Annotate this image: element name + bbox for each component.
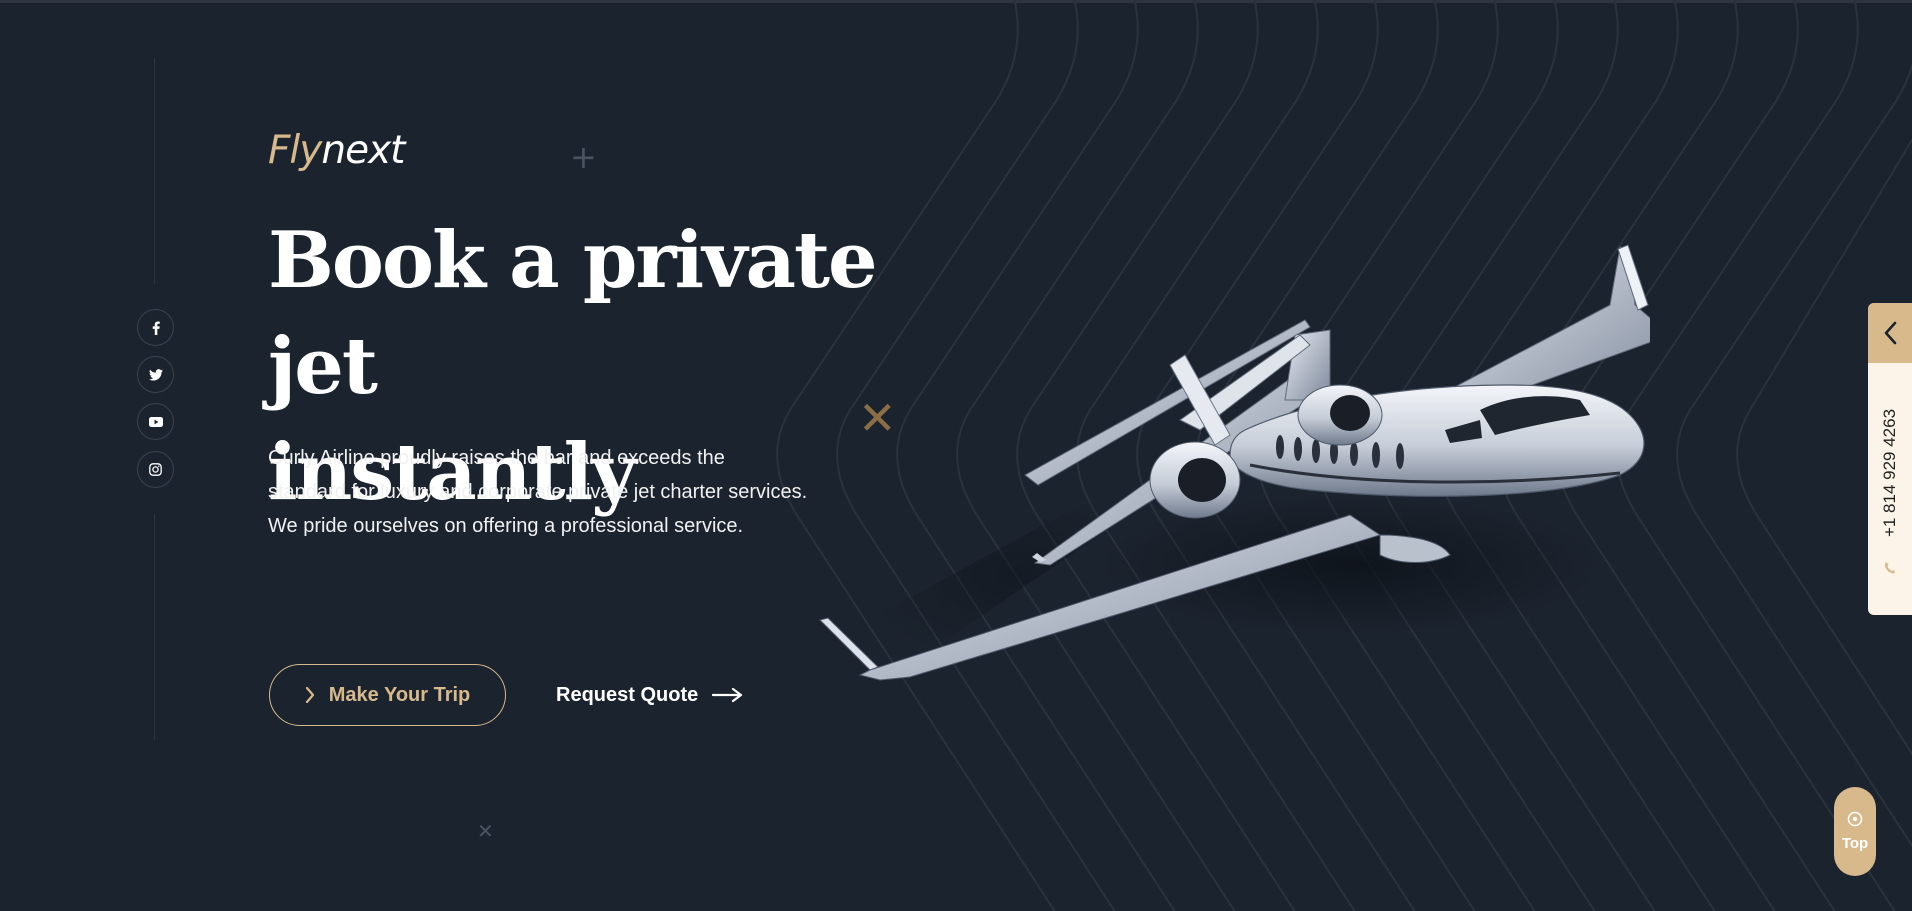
youtube-icon [148,416,163,427]
youtube-link[interactable] [137,403,174,440]
scroll-to-top-label: Top [1841,835,1869,852]
request-quote-button[interactable]: Request Quote [556,678,744,712]
facebook-icon [152,320,160,335]
chevron-right-icon [305,687,314,703]
phone-number: +1 814 929 4263 [1880,408,1900,538]
vertical-divider-top [154,58,155,284]
headline-line-1: Book a private jet [268,215,878,412]
make-your-trip-button[interactable]: Make Your Trip [269,664,506,726]
instagram-link[interactable] [137,451,174,488]
x-decoration-small: ✕ [477,819,494,843]
brand-fly: Fly [268,128,322,173]
vertical-divider-bottom [154,514,155,740]
brand-next: next [321,128,405,173]
private-jet-image [819,244,1650,681]
facebook-link[interactable] [137,309,174,346]
twitter-link[interactable] [137,356,174,393]
chevron-left-icon [1884,321,1897,345]
twitter-icon [148,368,163,381]
brand-logo[interactable]: Flynext [268,128,405,173]
contact-side-tab: +1 814 929 4263 [1868,303,1912,615]
phone-icon [1884,562,1895,574]
instagram-icon [149,463,162,476]
side-tab-toggle[interactable] [1868,303,1912,363]
target-icon [1847,811,1863,827]
hero-description: Curly Airline proudly raises the bar and… [268,447,808,537]
request-quote-label: Request Quote [556,683,699,706]
make-your-trip-label: Make Your Trip [328,683,471,706]
phone-number-link[interactable]: +1 814 929 4263 [1868,383,1912,563]
scroll-to-top-button[interactable]: Top [1834,787,1876,876]
arrow-right-icon [712,687,743,703]
plus-decoration: + [570,138,597,176]
